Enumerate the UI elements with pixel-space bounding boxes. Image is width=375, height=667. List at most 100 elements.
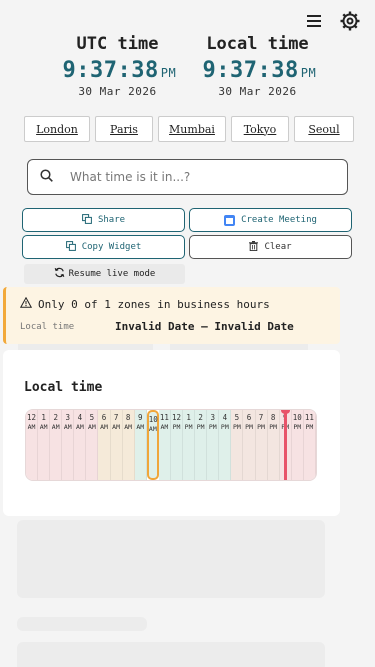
resume-live-button[interactable]: Resume live mode: [24, 264, 185, 284]
city-mumbai[interactable]: Mumbai: [158, 116, 226, 142]
hour-number: 8: [125, 413, 131, 422]
hour-cell[interactable]: 12 AM: [26, 410, 39, 480]
hour-number: 10: [148, 415, 158, 424]
city-tokyo[interactable]: Tokyo: [231, 116, 289, 142]
hour-number: 12: [27, 413, 37, 422]
hour-ampm: AM: [148, 425, 157, 433]
hour-ampm: AM: [51, 423, 60, 431]
placeholder-line: [17, 617, 147, 631]
hour-cell[interactable]: 6 AM: [98, 410, 111, 480]
hour-cell[interactable]: 3 PM: [207, 410, 220, 480]
hour-cell[interactable]: 5 AM: [86, 410, 99, 480]
hour-number: 4: [77, 413, 83, 422]
hour-number: 1: [186, 413, 191, 422]
hour-number: 4: [222, 413, 228, 422]
hour-cell[interactable]: 12 PM: [170, 410, 184, 480]
hour-cell[interactable]: 5 PM: [231, 410, 244, 480]
placeholder-card: [17, 642, 325, 667]
hour-ampm: AM: [75, 423, 84, 431]
hour-number: 8: [270, 413, 276, 422]
hour-cell[interactable]: 10 AM: [146, 410, 159, 480]
copy-icon: [65, 240, 76, 254]
business-hours-banner: Only 0 of 1 zones in business hours Loca…: [3, 287, 340, 344]
hour-number: 3: [65, 413, 71, 422]
copy-widget-button[interactable]: Copy Widget: [22, 235, 185, 259]
city-shortcuts: London Paris Mumbai Tokyo Seoul: [24, 116, 354, 142]
hour-cell[interactable]: 2 AM: [50, 410, 63, 480]
hour-ampm: AM: [124, 423, 133, 431]
hour-timeline[interactable]: 12 AM 1 AM 2 AM 3 AM 4 AM 5 AM 6 AM 7 AM 8 AM 9 AM 10 AM 11 AM 1…: [25, 409, 317, 481]
hour-number: 11: [159, 413, 169, 422]
hour-cell[interactable]: 3 AM: [62, 410, 75, 480]
local-label: Local time: [206, 34, 309, 54]
hour-ampm: PM: [269, 423, 278, 431]
hour-ampm: PM: [245, 423, 253, 431]
utc-ampm: PM: [160, 66, 177, 80]
hour-cell[interactable]: 4 PM: [219, 410, 232, 480]
hour-ampm: AM: [160, 423, 169, 431]
hour-ampm: PM: [305, 423, 314, 431]
local-clock: Local time 9:37:38 PM 30 Mar 2026: [202, 34, 317, 98]
hour-number: 2: [53, 413, 58, 422]
hour-number: 10: [292, 413, 302, 422]
copy-icon: [82, 213, 92, 227]
city-paris[interactable]: Paris: [95, 116, 153, 142]
panel-title: Local time: [24, 380, 103, 395]
hour-cell[interactable]: 7 PM: [255, 410, 268, 480]
banner-message: Only 0 of 1 zones in business hours: [38, 297, 270, 311]
gear-icon[interactable]: [339, 10, 361, 32]
local-time-value: 9:37:38: [202, 58, 299, 83]
search-icon: [40, 168, 56, 186]
hour-cell[interactable]: 6 PM: [243, 410, 256, 480]
hour-ampm: PM: [232, 423, 241, 431]
top-bar: [303, 10, 361, 32]
hour-number: 3: [210, 413, 215, 422]
city-london[interactable]: London: [24, 116, 90, 142]
hour-number: 1: [41, 413, 46, 422]
refresh-icon: [54, 267, 65, 281]
placeholder-card: [17, 520, 325, 598]
hour-ampm: PM: [172, 423, 181, 431]
hour-cell[interactable]: 1 PM: [183, 410, 196, 480]
hour-cell[interactable]: 9 PM: [279, 410, 292, 480]
hour-cell[interactable]: 7 AM: [110, 410, 123, 480]
hour-cell[interactable]: 4 AM: [74, 410, 87, 480]
hour-ampm: PM: [184, 423, 193, 431]
hour-cell[interactable]: 1 AM: [38, 410, 51, 480]
hour-ampm: PM: [293, 423, 302, 431]
share-button[interactable]: Share: [22, 208, 185, 232]
city-seoul[interactable]: Seoul: [294, 116, 354, 142]
search-box[interactable]: [27, 159, 348, 195]
hour-number: 6: [101, 413, 107, 422]
create-meeting-button[interactable]: Create Meeting: [189, 208, 352, 232]
hour-cell[interactable]: 11 PM: [303, 410, 316, 480]
clear-label: Clear: [264, 242, 292, 252]
hour-ampm: PM: [196, 423, 205, 431]
hour-cell[interactable]: 11 AM: [158, 410, 171, 480]
google-calendar-icon: [224, 214, 236, 226]
hour-ampm: PM: [257, 423, 265, 431]
hour-cell[interactable]: 2 PM: [195, 410, 208, 480]
clock-header: UTC time 9:37:38 PM 30 Mar 2026 Local tim…: [0, 34, 375, 98]
hour-number: 5: [234, 413, 240, 422]
utc-date: 30 Mar 2026: [78, 85, 157, 98]
hour-ampm: PM: [281, 423, 290, 431]
copy-widget-label: Copy Widget: [81, 242, 142, 252]
search-input[interactable]: [70, 170, 310, 184]
hour-cell[interactable]: 10 PM: [291, 410, 304, 480]
utc-label: UTC time: [76, 34, 159, 54]
clear-button[interactable]: Clear: [189, 235, 352, 259]
hour-ampm: AM: [88, 423, 96, 431]
hamburger-icon[interactable]: [303, 10, 325, 32]
banner-row-value: Invalid Date — Invalid Date: [115, 320, 294, 333]
local-ampm: PM: [300, 66, 317, 80]
hour-ampm: AM: [27, 423, 36, 431]
hour-number: 7: [113, 413, 119, 422]
utc-clock: UTC time 9:37:38 PM 30 Mar 2026: [63, 34, 177, 98]
hour-cell[interactable]: 8 AM: [122, 410, 135, 480]
warning-icon: [19, 296, 33, 311]
hour-cell[interactable]: 8 PM: [267, 410, 280, 480]
hour-cell[interactable]: 9 AM: [134, 410, 147, 480]
local-time: 9:37:38 PM: [202, 58, 317, 83]
hour-number: 5: [89, 413, 95, 422]
